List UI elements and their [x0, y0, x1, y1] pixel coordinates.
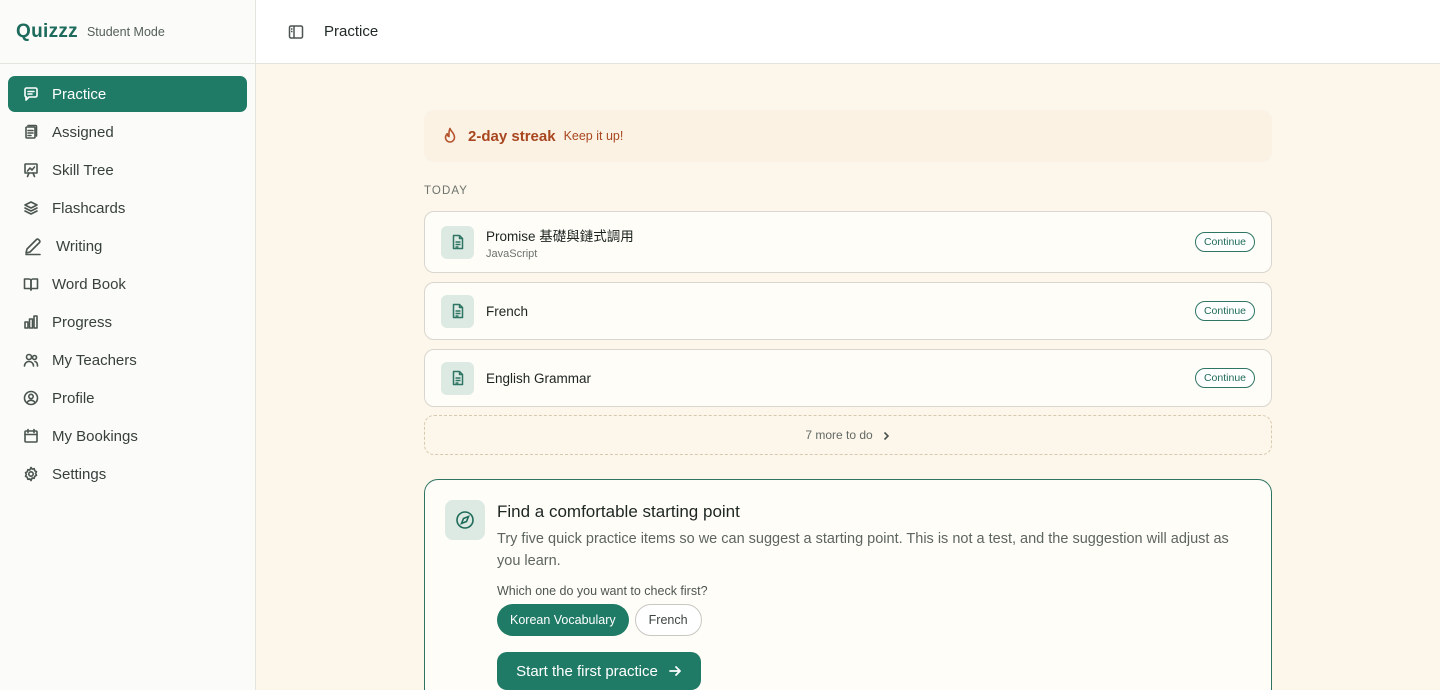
more-tasks-link[interactable]: 7 more to do [424, 415, 1272, 455]
continue-button[interactable]: Continue [1194, 232, 1255, 252]
task-card[interactable]: French Continue [424, 282, 1272, 340]
more-tasks-label: 7 more to do [805, 428, 873, 442]
document-icon [441, 361, 474, 395]
streak-banner: 2-day streak Keep it up! [424, 110, 1272, 162]
task-text: English Grammar [486, 371, 1195, 386]
sidebar-item-label: Word Book [52, 275, 126, 293]
sidebar-item-label: Assigned [52, 123, 114, 141]
start-practice-label: Start the first practice [516, 662, 658, 680]
brand: Quizzz Student Mode [0, 0, 255, 64]
subject-question: Which one do you want to check first? [497, 584, 708, 598]
sidebar-item-label: Practice [52, 85, 107, 103]
sidebar-item-writing[interactable]: Writing [8, 228, 247, 264]
sidebar-item-flashcards[interactable]: Flashcards [8, 190, 247, 226]
mode-label: Student Mode [86, 25, 165, 39]
sidebar-item-label: Settings [52, 465, 107, 483]
sidebar-item-label: Flashcards [52, 199, 126, 217]
calendar-icon [23, 428, 39, 444]
arrow-right-icon [668, 664, 682, 678]
sidebar-item-settings[interactable]: Settings [8, 456, 247, 492]
app-logo[interactable]: Quizzz [16, 21, 78, 43]
document-icon [441, 225, 474, 259]
sidebar-item-label: Writing [56, 237, 103, 255]
bar-chart-icon [23, 314, 39, 330]
chevron-right-icon [881, 430, 891, 441]
sidebar: Quizzz Student Mode Practice Assigned Sk… [0, 0, 256, 690]
presentation-chart-icon [23, 162, 39, 178]
sidebar-item-label: Skill Tree [52, 161, 114, 179]
sidebar-item-label: Profile [52, 389, 95, 407]
document-icon [441, 294, 474, 328]
sidebar-item-my-bookings[interactable]: My Bookings [8, 418, 247, 454]
task-card[interactable]: English Grammar Continue [424, 349, 1272, 407]
starting-point-card: Find a comfortable starting point Try fi… [424, 479, 1272, 690]
sidebar-nav: Practice Assigned Skill Tree Flashcards … [0, 64, 255, 506]
sidebar-item-my-teachers[interactable]: My Teachers [8, 342, 247, 378]
sidebar-item-skill-tree[interactable]: Skill Tree [8, 152, 247, 188]
sidebar-item-label: My Teachers [52, 351, 137, 369]
continue-button[interactable]: Continue [1194, 301, 1255, 321]
starting-point-body: Find a comfortable starting point Try fi… [497, 500, 1251, 690]
compass-icon [445, 500, 485, 540]
task-text: Promise 基礎與鏈式調用 JavaScript [486, 225, 1195, 260]
task-name: Promise 基礎與鏈式調用 [486, 228, 634, 244]
streak-subtext: Keep it up! [563, 129, 624, 143]
sidebar-item-practice[interactable]: Practice [8, 76, 247, 112]
chat-icon [23, 86, 39, 102]
section-label-today: TODAY [424, 185, 469, 197]
streak-label: 2-day streak [468, 127, 556, 145]
sidebar-item-label: Progress [52, 313, 113, 331]
sidebar-item-profile[interactable]: Profile [8, 380, 247, 416]
user-circle-icon [23, 390, 39, 406]
sidebar-item-progress[interactable]: Progress [8, 304, 247, 340]
subject-chip-korean-vocabulary[interactable]: Korean Vocabulary [497, 604, 629, 636]
continue-button[interactable]: Continue [1194, 368, 1255, 388]
gear-icon [23, 466, 39, 482]
subject-chip-french[interactable]: French [634, 604, 702, 636]
layers-icon [23, 200, 39, 216]
task-card[interactable]: Promise 基礎與鏈式調用 JavaScript Continue [424, 211, 1272, 273]
task-name: French [486, 303, 529, 319]
starting-point-title: Find a comfortable starting point [497, 502, 740, 521]
flame-icon [441, 127, 459, 145]
top-header: Practice [256, 0, 1440, 64]
sidebar-item-assigned[interactable]: Assigned [8, 114, 247, 150]
main-content: 2-day streak Keep it up! TODAY Promise 基… [424, 110, 1272, 690]
starting-point-description: Try five quick practice items so we can … [497, 531, 1229, 569]
pencil-icon [23, 236, 43, 256]
sidebar-toggle-icon[interactable] [288, 24, 304, 40]
task-name: English Grammar [486, 370, 592, 386]
subject-options: Korean Vocabulary French [497, 604, 1251, 636]
sidebar-item-label: My Bookings [52, 427, 138, 445]
page-title: Practice [324, 23, 379, 40]
book-open-icon [23, 276, 39, 292]
start-practice-button[interactable]: Start the first practice [497, 652, 701, 690]
sidebar-item-word-book[interactable]: Word Book [8, 266, 247, 302]
task-text: French [486, 304, 1195, 319]
clipboard-icon [23, 124, 39, 140]
users-icon [23, 352, 39, 368]
task-subject: JavaScript [486, 247, 538, 260]
